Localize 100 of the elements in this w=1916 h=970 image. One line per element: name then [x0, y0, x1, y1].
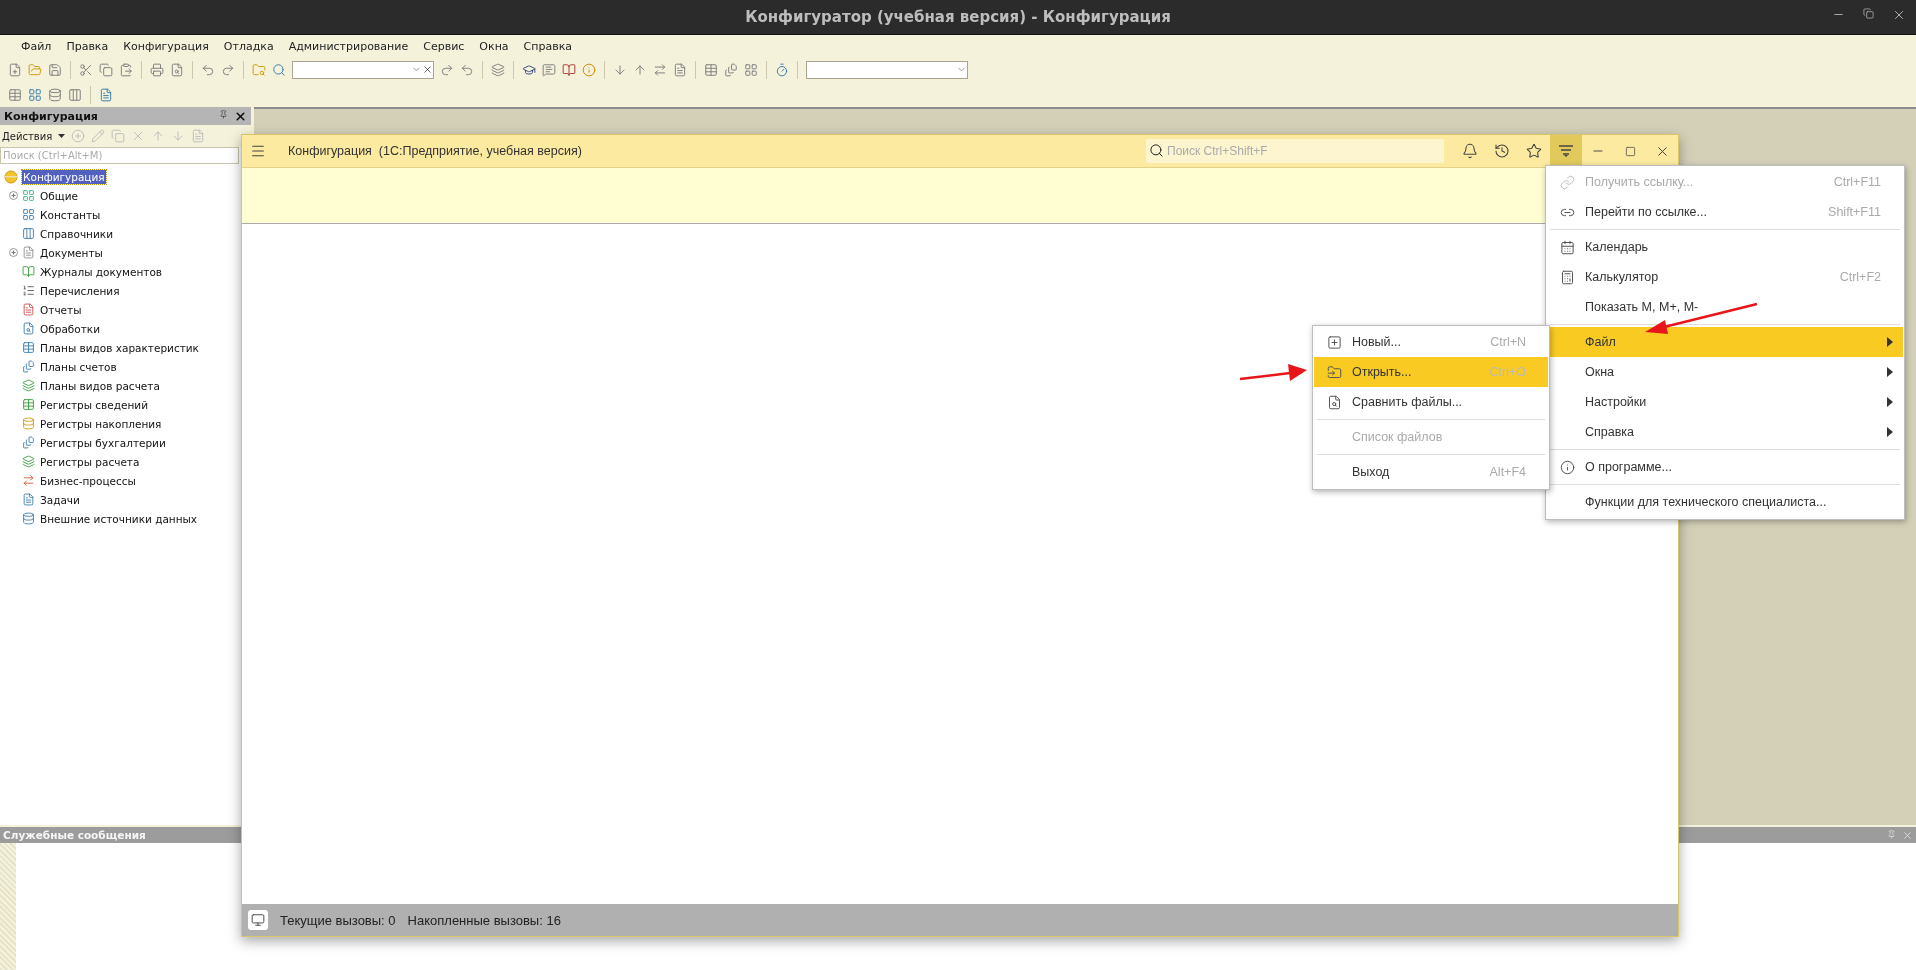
clear-icon[interactable]: [422, 64, 433, 75]
run-icon[interactable]: [99, 87, 113, 102]
find-previous-icon[interactable]: [460, 62, 474, 77]
tree-item[interactable]: Планы счетов: [39, 359, 118, 374]
save-icon[interactable]: [48, 62, 62, 77]
combo-field[interactable]: [806, 60, 968, 79]
copy-icon[interactable]: [111, 129, 126, 143]
file-search-icon: [1326, 394, 1342, 410]
windows-icon[interactable]: [491, 62, 505, 77]
menu-item[interactable]: Функции для технического специалиста...: [1547, 487, 1903, 517]
tree-item[interactable]: Бизнес-процессы: [39, 473, 137, 488]
book-icon[interactable]: [562, 62, 576, 77]
table-icon[interactable]: [8, 87, 22, 102]
search-combo-field[interactable]: [292, 60, 434, 79]
move-up-icon[interactable]: [151, 129, 166, 143]
tree-item[interactable]: Регистры накопления: [39, 416, 163, 431]
caret-icon[interactable]: [58, 134, 66, 138]
actions-menu[interactable]: Действия: [2, 130, 53, 142]
new-file-icon[interactable]: [8, 62, 22, 77]
document-icon[interactable]: [673, 62, 687, 77]
menu-item[interactable]: Файл: [1547, 327, 1903, 357]
tree-item[interactable]: Конфигурация: [22, 169, 106, 184]
menu-bar-item[interactable]: Справка: [516, 37, 580, 55]
tree-item[interactable]: Внешние источники данных: [39, 511, 199, 526]
tree-item[interactable]: Отчеты: [39, 302, 83, 317]
tree-item[interactable]: Документы: [39, 245, 104, 260]
menu-item[interactable]: Выход Alt+F4: [1314, 457, 1548, 487]
tree-item[interactable]: Журналы документов: [39, 264, 164, 279]
print-preview-icon[interactable]: [170, 62, 184, 77]
maximize-icon[interactable]: [1624, 145, 1636, 157]
menu-item[interactable]: Показать M, M+, M-: [1547, 292, 1903, 322]
menu-bar-item[interactable]: Администрирование: [281, 37, 416, 55]
columns-icon[interactable]: [68, 87, 82, 102]
menu-item[interactable]: Сравнить файлы...: [1314, 387, 1548, 417]
tree-item[interactable]: Регистры сведений: [39, 397, 149, 412]
menu-bar-item[interactable]: Отладка: [216, 37, 281, 55]
pin-icon[interactable]: [219, 109, 228, 119]
redo-icon[interactable]: [221, 62, 235, 77]
close-icon[interactable]: [234, 109, 247, 123]
close-icon[interactable]: [1892, 8, 1906, 22]
tree-item[interactable]: Планы видов характеристик: [39, 340, 200, 355]
printer-icon[interactable]: [150, 62, 164, 77]
pages-icon[interactable]: [724, 62, 738, 77]
expand-icon[interactable]: [8, 248, 18, 257]
menu-item[interactable]: Новый... Ctrl+N: [1314, 327, 1548, 357]
tree-item[interactable]: Регистры бухгалтерии: [39, 435, 167, 450]
history-icon[interactable]: [1494, 143, 1510, 159]
step-over-icon[interactable]: [653, 62, 667, 77]
menu-item[interactable]: Справка: [1547, 417, 1903, 447]
menu-icon[interactable]: [250, 143, 266, 159]
tree-item[interactable]: Задачи: [39, 492, 81, 507]
undo-icon[interactable]: [201, 62, 215, 77]
menu-item[interactable]: О программе...: [1547, 452, 1903, 482]
menu-item[interactable]: Настройки: [1547, 387, 1903, 417]
tree-item[interactable]: Перечисления: [39, 283, 121, 298]
step-out-icon[interactable]: [633, 62, 647, 77]
folder-search-icon[interactable]: [252, 62, 266, 77]
table-icon[interactable]: [704, 62, 718, 77]
bell-icon[interactable]: [1462, 143, 1478, 159]
menu-item[interactable]: Календарь: [1547, 232, 1903, 262]
find-next-icon[interactable]: [440, 62, 454, 77]
graduation-cap-icon[interactable]: [522, 62, 536, 77]
tree-item[interactable]: Обработки: [39, 321, 102, 336]
ledger-icon: [22, 436, 35, 449]
database-icon[interactable]: [48, 87, 62, 102]
folder-icon[interactable]: [28, 62, 42, 77]
search-field[interactable]: Поиск Ctrl+Shift+F: [1146, 139, 1444, 163]
scissors-icon[interactable]: [79, 62, 93, 77]
menu-bar-item[interactable]: Конфигурация: [116, 37, 216, 55]
step-into-icon[interactable]: [613, 62, 627, 77]
tree-item[interactable]: Планы видов расчета: [39, 378, 161, 393]
tree-item[interactable]: Общие: [39, 188, 79, 203]
tree-item[interactable]: Константы: [39, 207, 102, 222]
menu-button[interactable]: [1550, 135, 1582, 167]
add-icon[interactable]: [71, 129, 86, 143]
tree-item[interactable]: Справочники: [39, 226, 114, 241]
menu-item[interactable]: Перейти по ссылке... Shift+F11: [1547, 197, 1903, 227]
document-icon[interactable]: [191, 129, 206, 143]
timer-icon[interactable]: [775, 62, 789, 77]
grid-icon[interactable]: [28, 87, 42, 102]
copy-icon[interactable]: [99, 62, 113, 77]
edit-icon[interactable]: [91, 129, 106, 143]
expand-icon[interactable]: [8, 191, 18, 200]
search-icon[interactable]: [272, 62, 286, 77]
star-icon[interactable]: [1526, 143, 1542, 159]
menu-bar-item[interactable]: Сервис: [416, 37, 472, 55]
menu-item[interactable]: Открыть... Ctrl+O: [1314, 357, 1548, 387]
search-field[interactable]: Поиск (Ctrl+Alt+M): [0, 147, 239, 164]
message-icon[interactable]: [542, 62, 556, 77]
restore-icon[interactable]: [1863, 8, 1874, 19]
menu-bar-item[interactable]: Файл: [14, 37, 59, 55]
menu-bar-item[interactable]: Окна: [472, 37, 516, 55]
menu-bar-item[interactable]: Правка: [59, 37, 116, 55]
paste-icon[interactable]: [119, 62, 133, 77]
menu-item[interactable]: Калькулятор Ctrl+F2: [1547, 262, 1903, 292]
tree-item[interactable]: Регистры расчета: [39, 454, 141, 469]
info-icon[interactable]: [582, 62, 596, 77]
menu-item[interactable]: Окна: [1547, 357, 1903, 387]
grid-icon[interactable]: [744, 62, 758, 77]
pin-icon[interactable]: [1887, 829, 1896, 839]
